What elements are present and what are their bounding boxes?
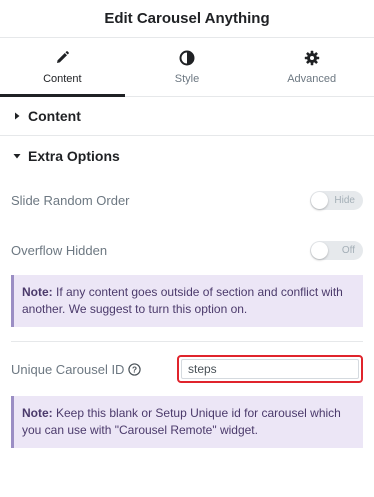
pencil-icon	[57, 50, 70, 63]
unique-carousel-id-control: Unique Carousel ID ?	[0, 342, 374, 396]
unique-carousel-id-label: Unique Carousel ID	[11, 361, 125, 377]
slide-random-order-switch[interactable]: Hide	[310, 190, 363, 210]
switch-text: Off	[341, 244, 355, 256]
overflow-hidden-label: Overflow Hidden	[11, 242, 108, 258]
panel-header: Edit Carousel Anything	[0, 0, 374, 38]
note-text: Keep this blank or Setup Unique id for c…	[22, 406, 341, 437]
unique-carousel-id-highlight	[177, 355, 363, 383]
switch-knob	[311, 191, 328, 209]
note-strong: Note:	[22, 285, 53, 299]
switch-knob	[311, 241, 328, 259]
unique-id-note: Note: Keep this blank or Setup Unique id…	[11, 396, 363, 448]
caret-down-icon	[13, 153, 21, 158]
section-extra-options-title: Extra Options	[28, 147, 120, 164]
note-strong: Note:	[22, 406, 53, 420]
overflow-hidden-switch[interactable]: Off	[310, 240, 363, 260]
tab-content-label: Content	[43, 72, 82, 85]
tab-advanced-label: Advanced	[287, 72, 337, 85]
slide-random-order-label: Slide Random Order	[11, 192, 130, 208]
tab-content[interactable]: Content	[0, 38, 125, 97]
section-content-title: Content	[28, 108, 81, 124]
tab-advanced[interactable]: Advanced	[249, 38, 374, 96]
overflow-hidden-control: Overflow Hidden Off	[0, 225, 374, 275]
help-icon[interactable]: ?	[128, 362, 142, 376]
switch-text: Hide	[334, 194, 355, 206]
gear-icon	[304, 50, 319, 65]
unique-carousel-id-input[interactable]	[181, 359, 359, 379]
half-circle-icon	[179, 50, 195, 65]
section-extra-options-toggle[interactable]: Extra Options	[0, 136, 374, 175]
unique-carousel-id-label-wrap: Unique Carousel ID ?	[11, 361, 142, 377]
tab-style-label: Style	[174, 72, 200, 85]
panel-title: Edit Carousel Anything	[104, 10, 270, 27]
note-text: If any content goes outside of section a…	[22, 285, 343, 316]
section-content-toggle[interactable]: Content	[0, 97, 374, 136]
svg-text:?: ?	[132, 364, 137, 374]
overflow-note: Note: If any content goes outside of sec…	[11, 275, 363, 327]
slide-random-order-control: Slide Random Order Hide	[0, 175, 374, 225]
caret-right-icon	[15, 112, 20, 120]
tab-bar: Content Style Advanced	[0, 38, 374, 97]
tab-style[interactable]: Style	[125, 38, 250, 96]
